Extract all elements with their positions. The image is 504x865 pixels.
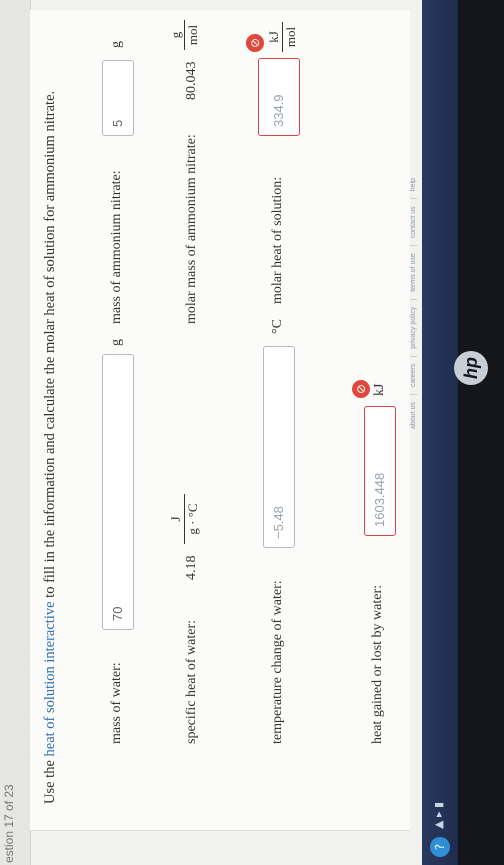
molar-heat-input[interactable]: 334.9 — [258, 58, 300, 136]
temp-change-unit: °C — [270, 319, 285, 334]
molar-heat-label: molar heat of solution: — [270, 176, 285, 304]
mass-water-input[interactable]: 70 — [102, 354, 134, 630]
molar-mass-label: molar mass of ammonium nitrate: — [184, 134, 199, 324]
hp-logo: hp — [454, 351, 488, 385]
footer-link-help[interactable]: help — [410, 171, 417, 200]
help-icon[interactable]: ? — [430, 837, 450, 857]
molar-mass-value: 80.043 — [184, 61, 199, 101]
footer-link-terms[interactable]: terms of use — [410, 246, 417, 300]
error-icon: ⊘ — [246, 34, 264, 52]
molar-heat-unit: kJ mol — [266, 22, 299, 52]
heat-of-solution-link[interactable]: heat of solution interactive — [42, 601, 58, 756]
temp-change-label: temperature change of water: — [270, 580, 285, 744]
footer-link-careers[interactable]: careers — [410, 356, 417, 396]
instructions: Use the heat of solution interactive to … — [42, 90, 58, 804]
browser-page: estion 17 of 23 Use the heat of solution… — [0, 0, 422, 865]
temp-change-input[interactable]: −5.48 — [263, 346, 295, 548]
heat-gained-unit: kJ — [372, 383, 387, 396]
specific-heat-unit: J g · °C — [168, 494, 201, 544]
specific-heat-value: 4.18 — [184, 555, 199, 581]
mass-ammonium-nitrate-label: mass of ammonium nitrate: — [109, 170, 124, 324]
question-number: estion 17 of 23 — [2, 784, 16, 863]
laptop-bezel — [458, 0, 504, 865]
mass-ammonium-nitrate-input[interactable]: 5 — [102, 60, 134, 136]
specific-heat-label: specific heat of water: — [184, 620, 199, 744]
footer-link-about[interactable]: about us — [410, 395, 417, 436]
mass-water-label: mass of water: — [109, 662, 124, 744]
question-card: Use the heat of solution interactive to … — [30, 10, 417, 831]
footer-link-privacy[interactable]: privacy policy — [410, 299, 417, 357]
taskbar: ? ▲ ▸ ▮ — [422, 0, 458, 865]
mass-ammonium-nitrate-unit: g — [109, 41, 124, 48]
question-header: estion 17 of 23 — [0, 0, 31, 865]
molar-mass-unit: g mol — [168, 20, 201, 50]
heat-gained-label: heat gained or lost by water: — [370, 584, 385, 744]
mass-water-unit: g — [109, 339, 124, 346]
error-icon: ⊘ — [352, 380, 370, 398]
rotated-screen: estion 17 of 23 Use the heat of solution… — [0, 0, 504, 865]
tray-icons[interactable]: ▲ ▸ ▮ — [432, 802, 445, 829]
footer-link-contact[interactable]: contact us — [410, 199, 417, 247]
heat-gained-input[interactable]: 1603.448 — [364, 406, 396, 536]
